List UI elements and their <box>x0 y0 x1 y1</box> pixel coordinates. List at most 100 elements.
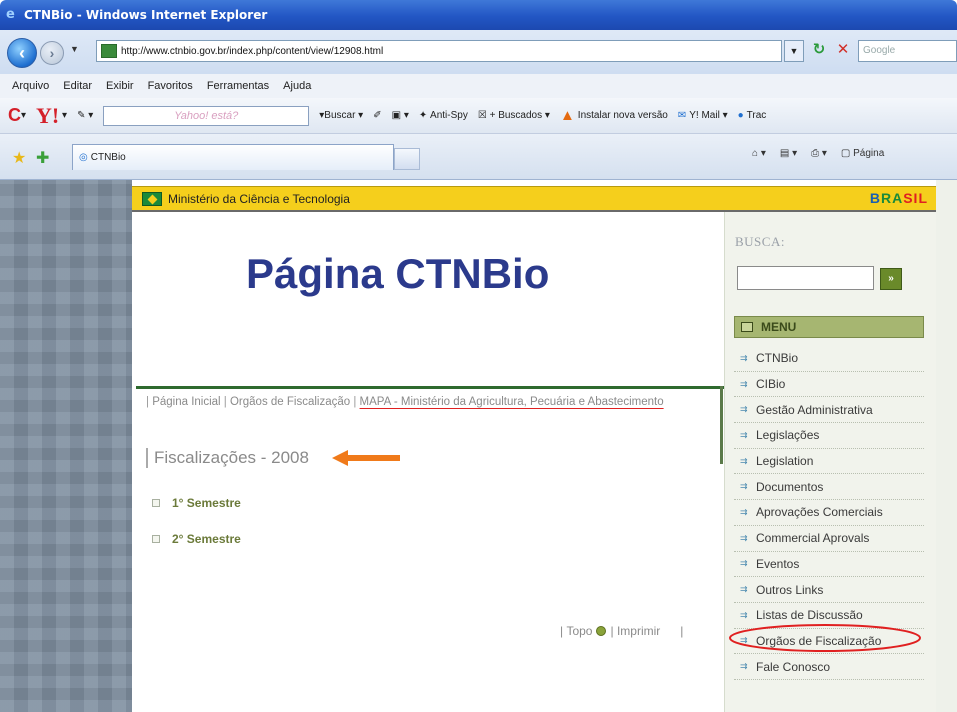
sidebar-item-label: Legislation <box>756 454 814 469</box>
arrow-bullet-icon: ⇉ <box>740 481 748 492</box>
page-menu-label: Página <box>853 148 885 159</box>
tab-ctnbio[interactable]: ◎ CTNBio <box>72 144 394 170</box>
bullet-icon <box>152 535 160 543</box>
semester-2-link[interactable]: 2° Semestre <box>152 532 241 546</box>
menu-arquivo[interactable]: Arquivo <box>12 80 49 92</box>
semester-2-label: 2° Semestre <box>172 532 241 546</box>
menu-bar: Arquivo Editar Exibir Favoritos Ferramen… <box>0 74 957 98</box>
highlighter-icon[interactable]: ✐ <box>373 110 381 121</box>
menu-title: MENU <box>761 320 797 334</box>
brazil-flag-icon <box>142 191 162 206</box>
sidebar-item-ctnbio[interactable]: ⇉ CTNBio <box>734 346 924 372</box>
anti-spy-label: Anti-Spy <box>430 110 468 121</box>
page-menu-button[interactable]: ▢ Página <box>841 148 884 159</box>
brasil-logo[interactable]: BRASIL <box>870 190 928 206</box>
url-text: http://www.ctnbio.gov.br/index.php/conte… <box>121 45 384 57</box>
menu-icon <box>741 322 753 332</box>
buscados-button[interactable]: ☒ + Buscados ▾ <box>478 110 550 121</box>
content-scroll-edge <box>720 386 723 464</box>
back-button[interactable]: ‹ <box>7 38 37 68</box>
page-title: Página CTNBio <box>246 250 550 297</box>
arrow-bullet-icon: ⇉ <box>740 506 748 517</box>
tabs-bar: ★ ✚ ◎ CTNBio ⌂ ▾ ▤ ▾ ⎙ ▾ ▢ Página <box>0 134 957 180</box>
breadcrumb-home-link[interactable]: Página Inicial <box>152 396 220 408</box>
sidebar-item-orgaos[interactable]: ⇉ Orgãos de Fiscalização <box>734 629 924 655</box>
sidebar-item-aprovacoes[interactable]: ⇉ Aprovações Comerciais <box>734 500 924 526</box>
command-bar: ⌂ ▾ ▤ ▾ ⎙ ▾ ▢ Página <box>752 148 884 159</box>
ie-page-icon: ◎ <box>79 152 88 163</box>
arrow-bullet-icon: ⇉ <box>740 635 748 646</box>
sidebar-item-gestao[interactable]: ⇉ Gestão Administrativa <box>734 397 924 424</box>
sidebar-item-listas[interactable]: ⇉ Listas de Discussão <box>734 603 924 629</box>
buscar-button[interactable]: ▾ Buscar ▾ <box>319 110 363 121</box>
top-arrow-icon[interactable] <box>596 626 607 636</box>
sidebar-item-eventos[interactable]: ⇉ Eventos <box>734 552 924 578</box>
add-favorite-icon[interactable]: ✚ <box>36 148 49 168</box>
track-button[interactable]: ● Trac <box>738 110 767 121</box>
sidebar-item-label: Eventos <box>756 556 800 571</box>
yahoo-search-input[interactable]: Yahoo! está? <box>103 105 310 126</box>
popup-icon[interactable]: ▣ ▾ <box>392 110 409 121</box>
yahoo-search-placeholder: Yahoo! está? <box>103 105 310 126</box>
install-label: Instalar nova versão <box>577 110 668 121</box>
page-background-right <box>936 180 957 712</box>
sidebar-item-documentos[interactable]: ⇉ Documentos <box>734 474 924 501</box>
new-tab-button[interactable] <box>394 148 420 170</box>
search-input[interactable]: Google <box>858 40 957 62</box>
site-search-input[interactable] <box>737 266 874 290</box>
sidebar-item-label: Documentos <box>756 479 824 494</box>
footer-links: | Topo | Imprimir | <box>560 624 684 638</box>
c-icon[interactable]: C ▾ <box>8 105 26 126</box>
feeds-icon[interactable]: ▤ ▾ <box>780 148 797 159</box>
favorites-star-icon[interactable]: ★ <box>12 148 26 168</box>
sidebar-item-commercial[interactable]: ⇉ Commercial Aprovals <box>734 526 924 552</box>
ymail-button[interactable]: ✉ Y! Mail ▾ <box>678 110 728 121</box>
top-link[interactable]: Topo <box>566 624 592 638</box>
pencil-icon[interactable]: ✎ ▾ <box>77 110 93 121</box>
anti-spy-button[interactable]: ✦ Anti-Spy <box>419 110 468 121</box>
print-link[interactable]: Imprimir <box>617 624 660 638</box>
arrow-bullet-icon: ⇉ <box>740 378 748 389</box>
menu-ferramentas[interactable]: Ferramentas <box>207 80 269 92</box>
menu-editar[interactable]: Editar <box>63 80 92 92</box>
menu-favoritos[interactable]: Favoritos <box>148 80 193 92</box>
breadcrumb: | Página Inicial | Orgãos de Fiscalizaçã… <box>146 396 664 408</box>
arrow-bullet-icon: ⇉ <box>740 404 748 415</box>
semester-1-link[interactable]: 1° Semestre <box>152 496 241 510</box>
ie-logo-icon: e <box>6 7 15 22</box>
menu-exibir[interactable]: Exibir <box>106 80 134 92</box>
track-label: Trac <box>746 110 767 121</box>
sidebar-item-legislation[interactable]: ⇉ Legislation <box>734 449 924 475</box>
forward-button[interactable]: › <box>40 41 64 65</box>
sidebar-item-label: Gestão Administrativa <box>756 402 873 417</box>
annotation-arrow-icon <box>332 450 400 466</box>
sidebar-item-legislacoes[interactable]: ⇉ Legislações <box>734 423 924 449</box>
print-icon[interactable]: ⎙ ▾ <box>811 148 827 159</box>
arrow-bullet-icon: ⇉ <box>740 558 748 569</box>
recent-pages-dropdown-icon[interactable]: ▼ <box>70 44 79 54</box>
sidebar-item-label: Commercial Aprovals <box>756 531 870 546</box>
url-input[interactable]: http://www.ctnbio.gov.br/index.php/conte… <box>96 40 782 62</box>
sidebar-menu: ⇉ CTNBio ⇉ CIBio ⇉ Gestão Administrativa ⇉ L… <box>734 346 924 680</box>
sidebar-item-fale-conosco[interactable]: ⇉ Fale Conosco <box>734 654 924 680</box>
sidebar-item-outros-links[interactable]: ⇉ Outros Links <box>734 577 924 603</box>
ymail-label: Y! Mail <box>689 110 720 121</box>
site-search-button[interactable]: » <box>880 268 902 290</box>
home-icon[interactable]: ⌂ ▾ <box>752 148 766 159</box>
mail-icon: ✉ <box>677 110 687 121</box>
breadcrumb-orgaos-link[interactable]: Orgãos de Fiscalização <box>230 396 350 408</box>
refresh-icon[interactable]: ↻ <box>808 40 830 62</box>
bullet-icon <box>152 499 160 507</box>
window-titlebar: e CTNBio - Windows Internet Explorer <box>0 0 957 30</box>
page-icon <box>101 44 117 58</box>
sidebar-item-cibio[interactable]: ⇉ CIBio <box>734 372 924 398</box>
arrow-bullet-icon: ⇉ <box>740 352 748 363</box>
arrow-bullet-icon: ⇉ <box>740 532 748 543</box>
ministry-link[interactable]: Ministério da Ciência e Tecnologia <box>168 192 350 206</box>
install-button[interactable]: ▲ Instalar nova versão <box>560 107 668 124</box>
url-dropdown-icon[interactable]: ▼ <box>784 40 804 62</box>
yahoo-logo-icon[interactable]: Y! ▾ <box>36 103 67 129</box>
menu-ajuda[interactable]: Ajuda <box>283 80 311 92</box>
stop-icon[interactable]: ✕ <box>832 40 854 62</box>
arrow-bullet-icon: ⇉ <box>740 584 748 595</box>
